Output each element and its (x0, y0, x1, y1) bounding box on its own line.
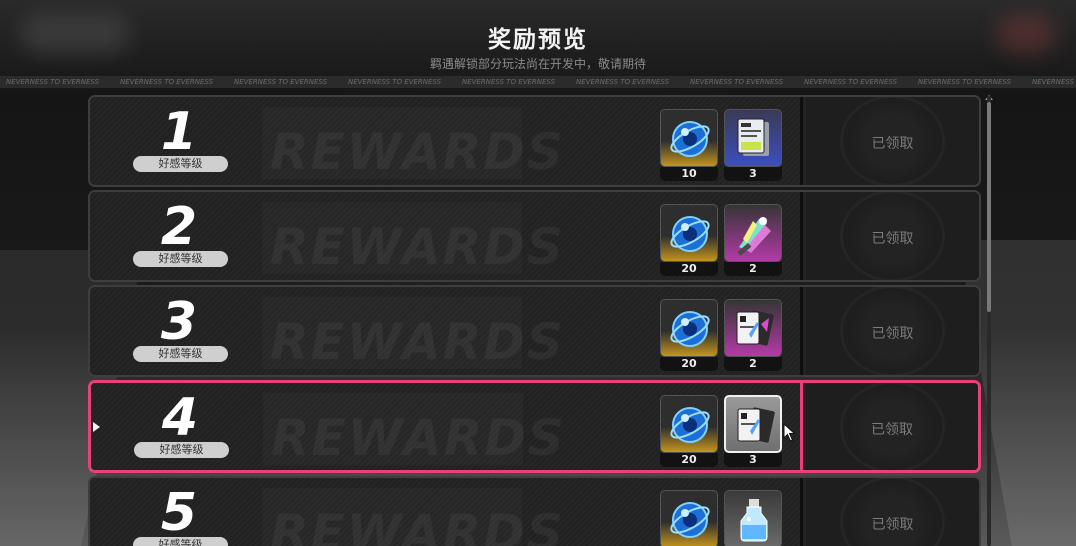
level-label: 好感等级 (133, 537, 228, 546)
page-title: 奖励预览 (488, 27, 588, 53)
item-frame (660, 299, 718, 357)
level-label: 好感等级 (133, 251, 228, 267)
level-number: 5 (160, 483, 198, 543)
page-subtitle: 羁遇解锁部分玩法尚在开发中，敬请期待 (429, 57, 646, 71)
claim-panel[interactable]: 已领取 (806, 478, 979, 546)
item-quantity: 3 (724, 167, 782, 181)
item-frame (660, 204, 718, 262)
claimed-status: 已领取 (871, 517, 914, 533)
claimed-status: 已领取 (871, 231, 914, 247)
reward-row-main: REWARDS 3 好感等级 20 2 (90, 287, 803, 375)
reward-row-main: REWARDS 4 好感等级 20 3 (91, 383, 803, 470)
scrollbar-thumb[interactable] (987, 102, 991, 312)
potion-bottle-icon (740, 499, 768, 542)
watermark-text: REWARDS (271, 409, 566, 467)
item-quantity: 2 (724, 262, 782, 276)
item-frame (660, 490, 718, 546)
ticker-text: NEVERNESS TO EVERNESS (234, 78, 328, 86)
item-frame (724, 490, 782, 546)
reward-item[interactable]: 3 (724, 109, 782, 181)
reward-item[interactable]: 20 (660, 204, 718, 276)
item-frame (724, 299, 782, 357)
item-frame (724, 204, 782, 262)
reward-item[interactable]: 20 (660, 299, 718, 371)
ticker-text: NEVERNESS TO EVERNESS (918, 78, 1012, 86)
blue-orb-icon (670, 216, 710, 252)
level-number: 1 (160, 102, 198, 162)
item-quantity: 10 (660, 167, 718, 181)
reward-row-main: REWARDS 2 好感等级 20 2 (90, 192, 803, 280)
item-quantity: 20 (660, 262, 718, 276)
level-number: 3 (160, 292, 198, 352)
claim-panel[interactable]: 已领取 (806, 97, 979, 185)
reward-row-level-3[interactable]: REWARDS 3 好感等级 20 2 已领取 (88, 285, 981, 377)
card-pack-icon (736, 310, 774, 346)
claim-panel[interactable]: 已领取 (806, 383, 978, 470)
item-quantity: 2 (724, 357, 782, 371)
reward-row-main: REWARDS 5 好感等级 (90, 478, 803, 546)
ticker-text: NEVERNESS TO EVERNESS (804, 78, 898, 86)
ticker-text: NEVERNESS TO EVERNESS (6, 78, 100, 86)
claimed-status: 已领取 (871, 136, 914, 152)
reward-row-level-1[interactable]: REWARDS 1 好感等级 10 3 已领取 (88, 95, 981, 187)
reward-item[interactable]: 10 (660, 109, 718, 181)
level-label: 好感等级 (134, 442, 229, 458)
item-frame (724, 395, 782, 453)
watermark-text: REWARDS (270, 123, 565, 181)
reward-row-level-5[interactable]: REWARDS 5 好感等级 已领取 (88, 476, 981, 546)
blue-orb-icon (670, 502, 710, 538)
level-number: 2 (160, 197, 198, 257)
item-quantity: 20 (660, 453, 718, 467)
item-frame (724, 109, 782, 167)
item-quantity: 20 (660, 357, 718, 371)
card-pack-icon (737, 407, 775, 443)
claimed-status: 已领取 (871, 422, 913, 438)
watermark-text: REWARDS (270, 504, 565, 546)
claimed-status: 已领取 (871, 326, 914, 342)
scrollbar[interactable] (987, 96, 991, 546)
blue-orb-icon (670, 121, 710, 157)
crystal-bouquet-icon (737, 217, 771, 256)
reward-item-selected[interactable]: 3 (724, 395, 782, 467)
ticker-text: NEVERNESS TO EVERNESS (1032, 78, 1076, 86)
reward-list[interactable]: REWARDS 1 好感等级 10 3 已领取 REWARDS 2 好感等级 2… (88, 95, 981, 546)
item-frame (660, 395, 718, 453)
mouse-cursor-icon (783, 423, 796, 442)
selected-marker-icon (93, 422, 100, 432)
reward-item[interactable]: 20 (660, 395, 718, 467)
level-number: 4 (161, 388, 199, 448)
claim-panel[interactable]: 已领取 (806, 192, 979, 280)
reward-item[interactable]: 2 (724, 299, 782, 371)
ticker-text: NEVERNESS TO EVERNESS (690, 78, 784, 86)
reward-row-main: REWARDS 1 好感等级 10 3 (90, 97, 803, 185)
ticker-text: NEVERNESS TO EVERNESS (576, 78, 670, 86)
watermark-text: REWARDS (270, 218, 565, 276)
reward-row-level-2[interactable]: REWARDS 2 好感等级 20 2 已领取 (88, 190, 981, 282)
ticker-banner: NEVERNESS TO EVERNESS NEVERNESS TO EVERNE… (0, 76, 1076, 88)
header: 奖励预览 羁遇解锁部分玩法尚在开发中，敬请期待 (0, 0, 1076, 76)
level-label: 好感等级 (133, 156, 228, 172)
reward-item[interactable]: 2 (724, 204, 782, 276)
item-frame (660, 109, 718, 167)
item-quantity: 3 (724, 453, 782, 467)
reward-item[interactable] (660, 490, 718, 546)
claim-panel[interactable]: 已领取 (806, 287, 979, 375)
ticker-text: NEVERNESS TO EVERNESS (462, 78, 556, 86)
level-label: 好感等级 (133, 346, 228, 362)
ticker-text: NEVERNESS TO EVERNESS (120, 78, 214, 86)
ticker-text: NEVERNESS TO EVERNESS (348, 78, 442, 86)
claim-emblem (840, 478, 945, 546)
reward-item[interactable] (724, 490, 782, 546)
blue-orb-icon (670, 311, 710, 347)
id-card-icon (737, 118, 769, 156)
blue-orb-icon (670, 407, 710, 443)
watermark-text: REWARDS (270, 313, 565, 371)
reward-row-level-4[interactable]: REWARDS 4 好感等级 20 3 已领取 (88, 380, 981, 473)
